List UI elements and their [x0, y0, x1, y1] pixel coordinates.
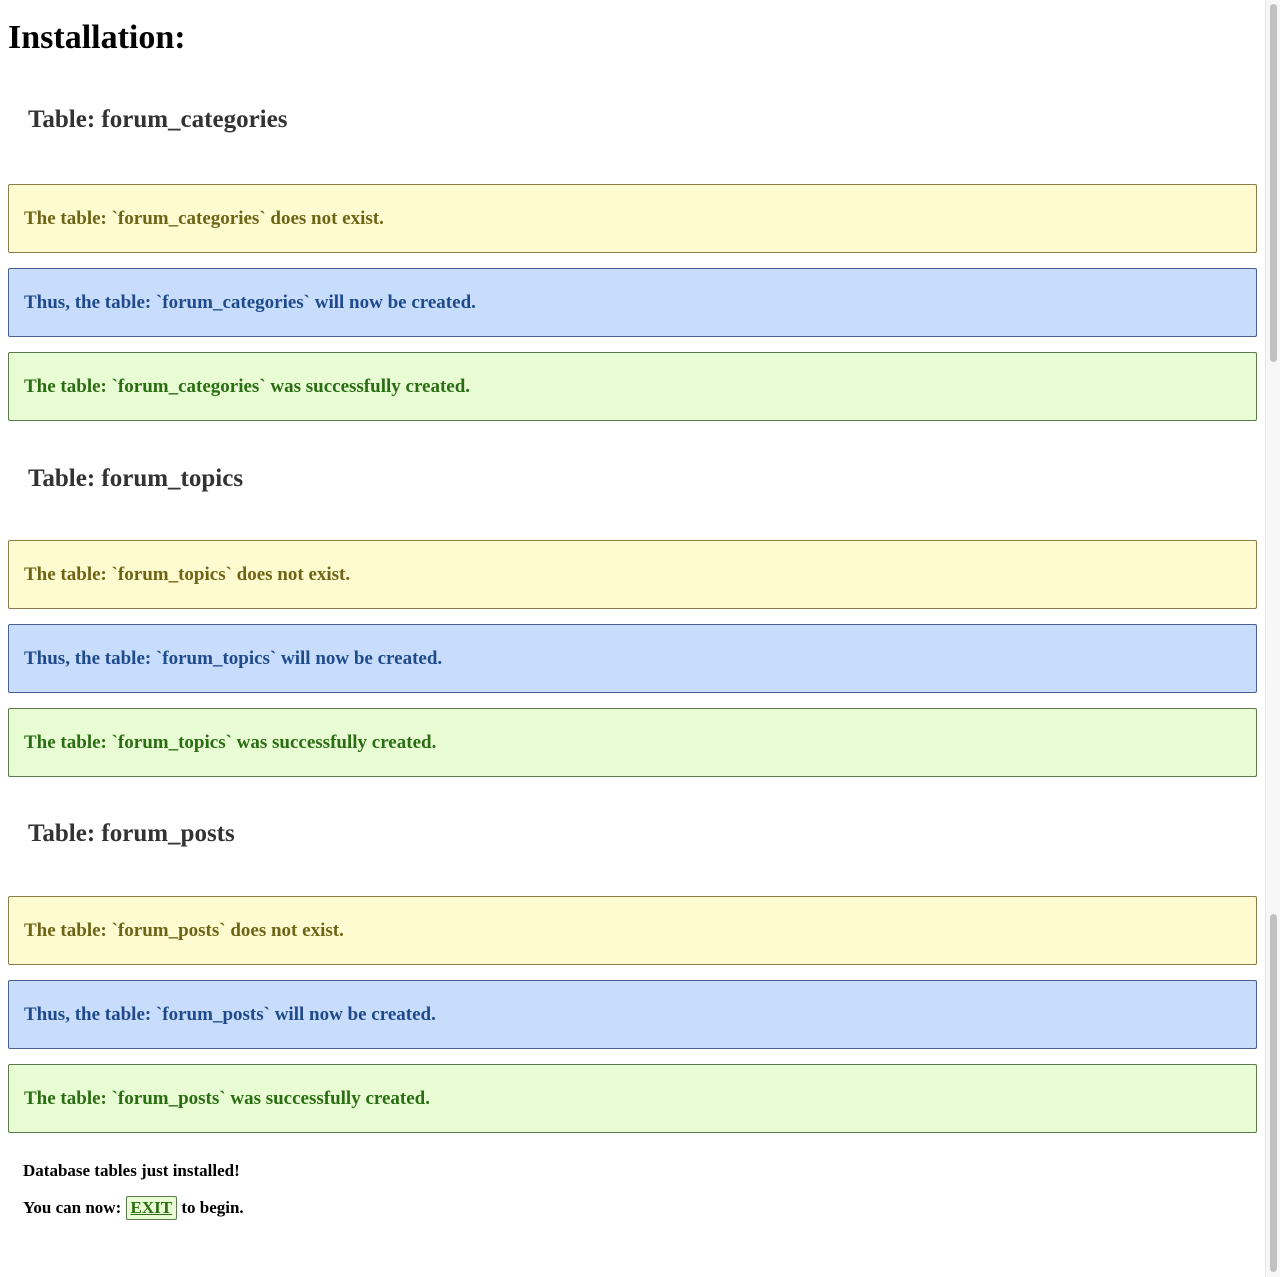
scrollbar-thumb-top[interactable] [1270, 4, 1277, 362]
table-heading: Table: forum_posts [28, 820, 235, 847]
table-section-forum-categories: Table: forum_categories The table: `foru… [8, 105, 1257, 421]
installed-status-text: Database tables just installed! [23, 1161, 240, 1180]
install-footer: Database tables just installed! You can … [8, 1159, 1257, 1220]
table-section-forum-topics: Table: forum_topics The table: `forum_to… [8, 464, 1257, 777]
next-step-suffix: to begin. [181, 1198, 244, 1217]
success-message: The table: `forum_topics` was successful… [8, 708, 1257, 777]
next-step-prefix: You can now: [23, 1198, 122, 1217]
warning-message: The table: `forum_categories` does not e… [8, 184, 1257, 253]
table-heading: Table: forum_categories [28, 106, 288, 133]
table-section-forum-posts: Table: forum_posts The table: `forum_pos… [8, 819, 1257, 1133]
info-message: Thus, the table: `forum_topics` will now… [8, 624, 1257, 693]
success-message: The table: `forum_posts` was successfull… [8, 1064, 1257, 1133]
vertical-scrollbar[interactable] [1265, 0, 1280, 1277]
scrollbar-thumb-bottom[interactable] [1270, 914, 1277, 1272]
table-heading: Table: forum_topics [28, 465, 244, 492]
warning-message: The table: `forum_posts` does not exist. [8, 896, 1257, 965]
warning-message: The table: `forum_topics` does not exist… [8, 540, 1257, 609]
installation-page: Installation: Table: forum_categories Th… [8, 0, 1257, 1220]
info-message: Thus, the table: `forum_categories` will… [8, 268, 1257, 337]
exit-link[interactable]: EXIT [125, 1196, 178, 1220]
next-step-line: You can now: EXIT to begin. [23, 1196, 1257, 1220]
success-message: The table: `forum_categories` was succes… [8, 352, 1257, 421]
info-message: Thus, the table: `forum_posts` will now … [8, 980, 1257, 1049]
page-title: Installation: [8, 19, 186, 56]
